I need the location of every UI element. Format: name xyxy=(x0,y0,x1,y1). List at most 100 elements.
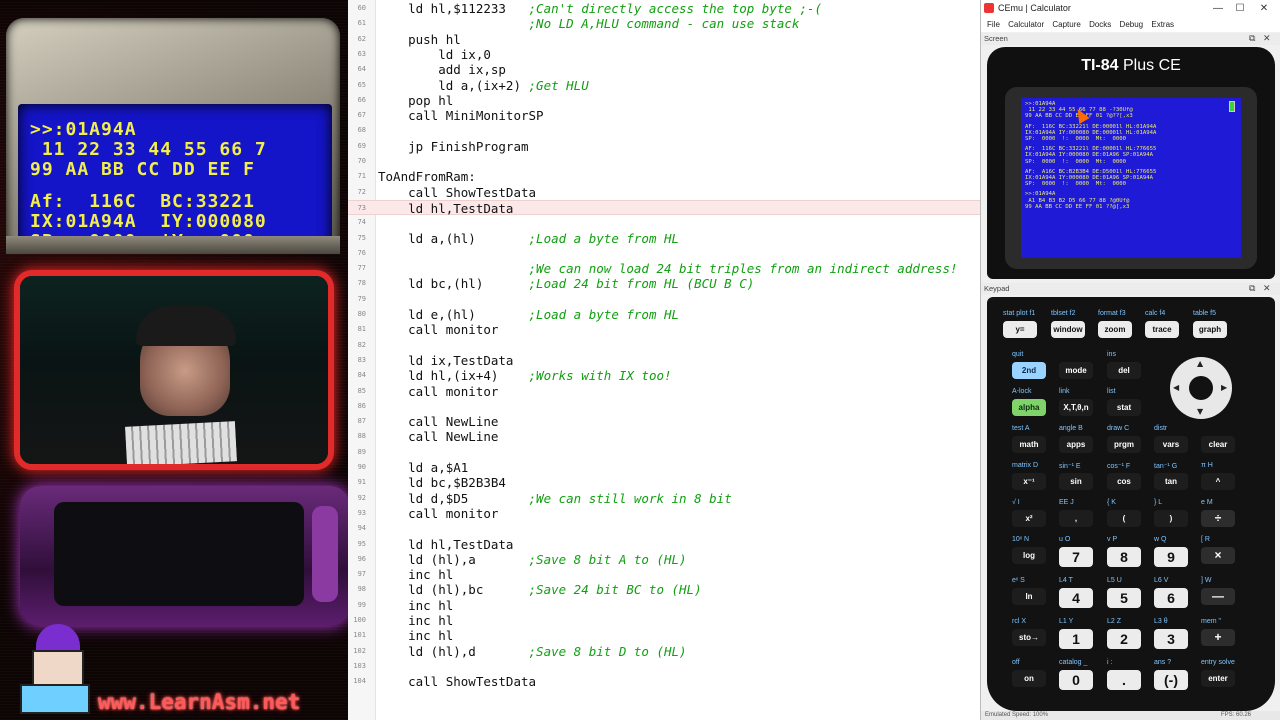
calculator-key[interactable]: 3 xyxy=(1154,629,1188,649)
code-line[interactable]: 91 ld bc,$B2B3B4 xyxy=(348,475,980,490)
calculator-key[interactable]: 4 xyxy=(1059,588,1093,608)
code-line[interactable]: 74 xyxy=(348,215,980,230)
code-line[interactable]: 81 call monitor xyxy=(348,322,980,337)
calculator-key[interactable]: × xyxy=(1201,547,1235,564)
calculator-key[interactable]: 0 xyxy=(1059,670,1093,690)
calculator-key[interactable]: ÷ xyxy=(1201,510,1235,527)
menu-docks[interactable]: Docks xyxy=(1089,18,1111,32)
menu-file[interactable]: File xyxy=(987,18,1000,32)
menu-extras[interactable]: Extras xyxy=(1151,18,1174,32)
calculator-key[interactable]: 7 xyxy=(1059,547,1093,567)
calculator-key[interactable]: 1 xyxy=(1059,629,1093,649)
calculator-key[interactable]: stat xyxy=(1107,399,1141,416)
code-line[interactable]: 88 call NewLine xyxy=(348,429,980,444)
arrow-up-icon[interactable]: ▲ xyxy=(1197,359,1203,368)
panel-close-icon[interactable]: ✕ xyxy=(1263,33,1271,44)
code-line[interactable]: 69 jp FinishProgram xyxy=(348,139,980,154)
calculator-key[interactable]: vars xyxy=(1154,436,1188,453)
code-line[interactable]: 87 call NewLine xyxy=(348,414,980,429)
calculator-key[interactable]: ^ xyxy=(1201,473,1235,490)
menu-debug[interactable]: Debug xyxy=(1120,18,1144,32)
code-line[interactable]: 62 push hl xyxy=(348,32,980,47)
calculator-key[interactable]: sto→ xyxy=(1012,629,1046,646)
menu-calculator[interactable]: Calculator xyxy=(1008,18,1044,32)
code-line[interactable]: 85 call monitor xyxy=(348,384,980,399)
code-line[interactable]: 72 call ShowTestData xyxy=(348,185,980,200)
calculator-key[interactable]: 6 xyxy=(1154,588,1188,608)
calculator-key[interactable]: x² xyxy=(1012,510,1046,527)
calculator-key[interactable]: math xyxy=(1012,436,1046,453)
calculator-key[interactable]: , xyxy=(1059,510,1093,527)
code-line[interactable]: 78 ld bc,(hl) ;Load 24 bit from HL (BCU … xyxy=(348,276,980,291)
code-line[interactable]: 96 ld (hl),a ;Save 8 bit A to (HL) xyxy=(348,552,980,567)
code-line[interactable]: 80 ld e,(hl) ;Load a byte from HL xyxy=(348,307,980,322)
code-line[interactable]: 75 ld a,(hl) ;Load a byte from HL xyxy=(348,231,980,246)
calculator-key[interactable]: y= xyxy=(1003,321,1037,338)
code-line[interactable]: 66 pop hl xyxy=(348,93,980,108)
title-bar[interactable]: CEmu | Calculator — ☐ ✕ xyxy=(981,0,1280,18)
code-line[interactable]: 95 ld hl,TestData xyxy=(348,537,980,552)
menu-capture[interactable]: Capture xyxy=(1052,18,1080,32)
calculator-key[interactable]: zoom xyxy=(1098,321,1132,338)
undock-icon[interactable]: ⧉ xyxy=(1249,283,1255,294)
calculator-key[interactable]: apps xyxy=(1059,436,1093,453)
calculator-key[interactable]: sin xyxy=(1059,473,1093,490)
calculator-key[interactable]: ) xyxy=(1154,510,1188,527)
calculator-lcd[interactable]: >>:01A94A 11 22 33 44 55 66 77 88 -?30Uf… xyxy=(1021,98,1241,258)
arrow-left-icon[interactable]: ◀ xyxy=(1173,383,1179,392)
calculator-key[interactable]: log xyxy=(1012,547,1046,564)
calculator-key[interactable]: on xyxy=(1012,670,1046,687)
code-line[interactable]: 103 xyxy=(348,659,980,674)
calculator-key[interactable]: cos xyxy=(1107,473,1141,490)
calculator-key[interactable]: X,T,θ,n xyxy=(1059,399,1093,416)
code-line[interactable]: 76 xyxy=(348,246,980,261)
code-line[interactable]: 73 ld hl,TestData xyxy=(348,199,980,216)
calculator-key[interactable]: window xyxy=(1051,321,1085,338)
maximize-icon[interactable]: ☐ xyxy=(1229,1,1251,17)
calculator-key[interactable]: clear xyxy=(1201,436,1235,453)
code-line[interactable]: 90 ld a,$A1 xyxy=(348,460,980,475)
code-line[interactable]: 101 inc hl xyxy=(348,628,980,643)
code-line[interactable]: 94 xyxy=(348,521,980,536)
code-line[interactable]: 68 xyxy=(348,123,980,138)
calculator-key[interactable]: alpha xyxy=(1012,399,1046,416)
calculator-key[interactable]: prgm xyxy=(1107,436,1141,453)
code-line[interactable]: 67 call MiniMonitorSP xyxy=(348,108,980,123)
code-line[interactable]: 99 inc hl xyxy=(348,598,980,613)
code-editor[interactable]: 60 ld hl,$112233 ;Can't directly access … xyxy=(348,0,980,720)
code-line[interactable]: 93 call monitor xyxy=(348,506,980,521)
calculator-key[interactable]: (-) xyxy=(1154,670,1188,690)
calculator-key[interactable]: mode xyxy=(1059,362,1093,379)
calculator-key[interactable]: trace xyxy=(1145,321,1179,338)
code-line[interactable]: 89 xyxy=(348,445,980,460)
code-line[interactable]: 97 inc hl xyxy=(348,567,980,582)
calculator-key[interactable]: + xyxy=(1201,629,1235,646)
code-line[interactable]: 92 ld d,$D5 ;We can still work in 8 bit xyxy=(348,491,980,506)
cemu-window[interactable]: CEmu | Calculator — ☐ ✕ File Calculator … xyxy=(980,0,1280,720)
code-line[interactable]: 61 ;No LD A,HLU command - can use stack xyxy=(348,16,980,31)
panel-close-icon[interactable]: ✕ xyxy=(1263,283,1271,294)
calculator-key[interactable]: del xyxy=(1107,362,1141,379)
calculator-key[interactable]: 2nd xyxy=(1012,362,1046,379)
calculator-key[interactable]: ln xyxy=(1012,588,1046,605)
undock-icon[interactable]: ⧉ xyxy=(1249,33,1255,44)
code-line[interactable]: 65 ld a,(ix+2) ;Get HLU xyxy=(348,78,980,93)
calculator-key[interactable]: enter xyxy=(1201,670,1235,687)
calculator-key[interactable]: graph xyxy=(1193,321,1227,338)
calculator-key[interactable]: 2 xyxy=(1107,629,1141,649)
code-line[interactable]: 84 ld hl,(ix+4) ;Works with IX too! xyxy=(348,368,980,383)
minimize-icon[interactable]: — xyxy=(1207,1,1229,17)
code-line[interactable]: 82 xyxy=(348,338,980,353)
arrow-down-icon[interactable]: ▼ xyxy=(1197,407,1203,416)
code-line[interactable]: 63 ld ix,0 xyxy=(348,47,980,62)
calculator-key[interactable]: 9 xyxy=(1154,547,1188,567)
code-line[interactable]: 98 ld (hl),bc ;Save 24 bit BC to (HL) xyxy=(348,582,980,597)
calculator-key[interactable]: ( xyxy=(1107,510,1141,527)
arrow-right-icon[interactable]: ▶ xyxy=(1221,383,1227,392)
code-line[interactable]: 70 xyxy=(348,154,980,169)
calculator-key[interactable]: 5 xyxy=(1107,588,1141,608)
code-line[interactable]: 60 ld hl,$112233 ;Can't directly access … xyxy=(348,1,980,16)
code-line[interactable]: 83 ld ix,TestData xyxy=(348,353,980,368)
code-line[interactable]: 64 add ix,sp xyxy=(348,62,980,77)
calculator-key[interactable]: . xyxy=(1107,670,1141,690)
